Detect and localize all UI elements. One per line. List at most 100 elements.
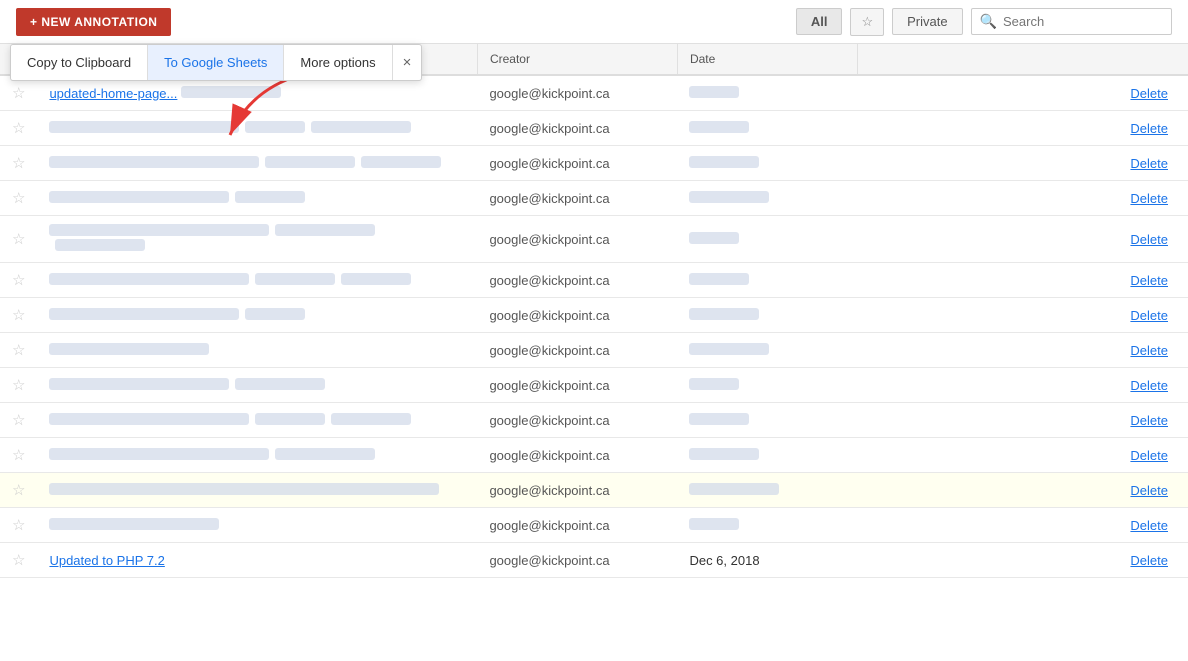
star-cell[interactable]: ☆: [0, 111, 37, 146]
action-cell: Delete: [857, 75, 1188, 111]
annotation-link[interactable]: Updated to PHP 7.2: [49, 553, 164, 568]
blurred-content: [275, 448, 375, 460]
creator-cell: google@kickpoint.ca: [477, 403, 677, 438]
star-cell[interactable]: ☆: [0, 473, 37, 508]
more-options-button[interactable]: More options: [284, 45, 392, 80]
star-cell[interactable]: ☆: [0, 403, 37, 438]
blurred-content: [49, 308, 239, 320]
delete-button[interactable]: Delete: [1130, 191, 1168, 206]
creator-cell: google@kickpoint.ca: [477, 181, 677, 216]
delete-button[interactable]: Delete: [1130, 378, 1168, 393]
blurred-content: [235, 191, 305, 203]
delete-button[interactable]: Delete: [1130, 156, 1168, 171]
action-cell: Delete: [857, 298, 1188, 333]
delete-button[interactable]: Delete: [1130, 518, 1168, 533]
to-google-sheets-button[interactable]: To Google Sheets: [148, 45, 284, 80]
delete-button[interactable]: Delete: [1130, 121, 1168, 136]
star-cell[interactable]: ☆: [0, 333, 37, 368]
star-cell[interactable]: ☆: [0, 216, 37, 263]
creator-cell: google@kickpoint.ca: [477, 146, 677, 181]
content-cell: [37, 403, 477, 438]
action-cell: Delete: [857, 368, 1188, 403]
blurred-content: [49, 378, 229, 390]
blurred-date: [689, 483, 779, 495]
filter-star-button[interactable]: ☆: [850, 8, 884, 36]
content-cell: [37, 111, 477, 146]
action-cell: Delete: [857, 111, 1188, 146]
annotation-link[interactable]: updated-home-page...: [49, 86, 177, 101]
content-cell: Updated to PHP 7.2: [37, 543, 477, 578]
table-body: ☆ updated-home-page... google@kickpoint.c…: [0, 75, 1188, 578]
delete-button[interactable]: Delete: [1130, 86, 1168, 101]
delete-button[interactable]: Delete: [1130, 343, 1168, 358]
date-cell: [677, 508, 857, 543]
creator-cell: google@kickpoint.ca: [477, 111, 677, 146]
creator-cell: google@kickpoint.ca: [477, 298, 677, 333]
blurred-content: [235, 378, 325, 390]
action-cell: Delete: [857, 403, 1188, 438]
blurred-content: [181, 86, 281, 98]
date-cell: [677, 146, 857, 181]
table-row: ☆ Updated to PHP 7.2 google@kickpoint.ca De…: [0, 543, 1188, 578]
star-cell[interactable]: ☆: [0, 438, 37, 473]
blurred-content: [49, 413, 249, 425]
table-row: ☆google@kickpoint.caDelete: [0, 333, 1188, 368]
delete-button[interactable]: Delete: [1130, 483, 1168, 498]
close-popup-button[interactable]: ×: [393, 49, 422, 76]
delete-button[interactable]: Delete: [1130, 413, 1168, 428]
date-cell: [677, 333, 857, 368]
blurred-content: [255, 413, 325, 425]
action-cell: Delete: [857, 473, 1188, 508]
blurred-date: [689, 156, 759, 168]
table-row: ☆google@kickpoint.caDelete: [0, 216, 1188, 263]
search-input[interactable]: [1003, 14, 1163, 29]
date-cell: [677, 473, 857, 508]
blurred-date: [689, 448, 759, 460]
blurred-date: [689, 121, 749, 133]
creator-cell: google@kickpoint.ca: [477, 263, 677, 298]
star-cell[interactable]: ☆: [0, 146, 37, 181]
delete-button[interactable]: Delete: [1130, 308, 1168, 323]
star-cell[interactable]: ☆: [0, 263, 37, 298]
blurred-content: [49, 518, 219, 530]
filter-all-button[interactable]: All: [796, 8, 843, 35]
search-icon: 🔍: [980, 13, 997, 30]
content-cell: [37, 333, 477, 368]
content-cell: [37, 473, 477, 508]
content-cell: [37, 263, 477, 298]
creator-cell: google@kickpoint.ca: [477, 543, 677, 578]
blurred-content: [331, 413, 411, 425]
blurred-date: [689, 191, 769, 203]
date-cell: [677, 75, 857, 111]
content-cell: [37, 216, 477, 263]
table-wrapper: ↑ Creator Date ☆updated-home-page... goo…: [0, 44, 1188, 661]
delete-button[interactable]: Delete: [1130, 232, 1168, 247]
blurred-content: [49, 121, 239, 133]
date-cell: [677, 216, 857, 263]
new-annotation-button[interactable]: + NEW ANNOTATION: [16, 8, 171, 36]
action-cell: Delete: [857, 181, 1188, 216]
copy-to-clipboard-button[interactable]: Copy to Clipboard: [11, 45, 148, 80]
date-cell: [677, 181, 857, 216]
blurred-date: [689, 413, 749, 425]
creator-cell: google@kickpoint.ca: [477, 368, 677, 403]
star-cell[interactable]: ☆: [0, 298, 37, 333]
star-cell[interactable]: ☆: [0, 368, 37, 403]
blurred-content: [255, 273, 335, 285]
table-row: ☆google@kickpoint.caDelete: [0, 438, 1188, 473]
export-popup: Copy to Clipboard To Google Sheets More …: [10, 44, 422, 81]
blurred-content: [49, 273, 249, 285]
content-cell: [37, 181, 477, 216]
creator-cell: google@kickpoint.ca: [477, 75, 677, 111]
col-date: Date: [677, 44, 857, 75]
content-cell: [37, 368, 477, 403]
delete-button[interactable]: Delete: [1130, 448, 1168, 463]
filter-private-button[interactable]: Private: [892, 8, 962, 35]
date-cell: [677, 263, 857, 298]
blurred-content: [275, 224, 375, 236]
star-cell[interactable]: ☆: [0, 181, 37, 216]
delete-button[interactable]: Delete: [1130, 553, 1168, 568]
delete-button[interactable]: Delete: [1130, 273, 1168, 288]
star-cell[interactable]: ☆: [0, 543, 37, 578]
star-cell[interactable]: ☆: [0, 508, 37, 543]
